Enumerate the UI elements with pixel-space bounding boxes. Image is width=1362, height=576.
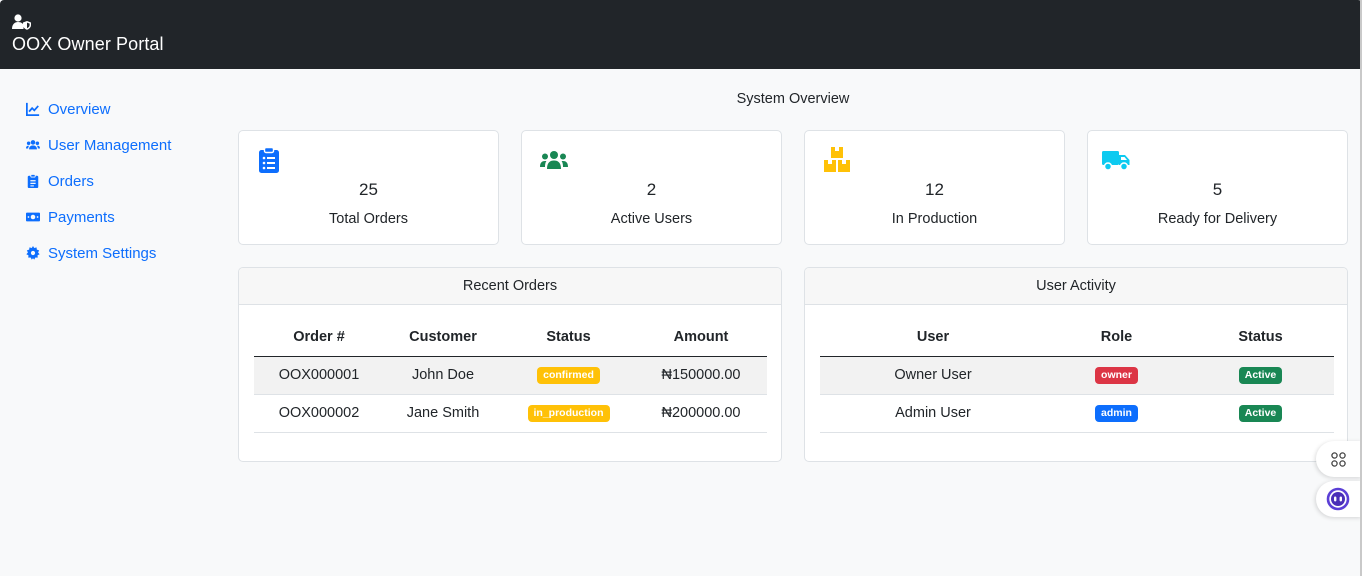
top-navbar: OOX Owner Portal (0, 0, 1362, 69)
stat-label: In Production (891, 211, 978, 227)
boxes-icon (824, 147, 850, 172)
apps-grid-icon (1331, 452, 1346, 467)
sidebar-item-user-management[interactable]: User Management (26, 135, 171, 155)
table-header-row: Order # Customer Status Amount (254, 318, 767, 357)
column-header[interactable]: Status (502, 318, 635, 357)
status-badge: Active (1238, 366, 1283, 384)
table-row[interactable]: Admin User admin Active (820, 394, 1334, 433)
user-name: Owner User (820, 356, 1046, 395)
role-badge: owner (1095, 366, 1138, 384)
status-cell: in_production (502, 394, 635, 433)
sidebar-item-orders[interactable]: Orders (26, 171, 94, 191)
sidebar-item-label: User Management (48, 136, 172, 154)
sidebar-item-label: Overview (48, 100, 111, 118)
stat-value: 12 (925, 180, 944, 199)
customer-name: Jane Smith (384, 394, 502, 433)
clipboard-list-icon (27, 174, 39, 188)
chart-line-icon (26, 102, 40, 116)
order-number: OOX000002 (254, 394, 384, 433)
customer-name: John Doe (384, 356, 502, 395)
status-cell: Active (1187, 356, 1334, 395)
status-badge: Active (1238, 404, 1283, 422)
status-badge: in_production (527, 404, 610, 422)
gear-icon (26, 246, 40, 260)
apps-floating-button[interactable] (1316, 441, 1362, 477)
panel-title: Recent Orders (239, 268, 781, 305)
status-cell: confirmed (502, 356, 635, 395)
order-amount: ₦200000.00 (635, 394, 767, 433)
sidebar-item-label: Orders (48, 172, 94, 190)
recent-orders-table: Order # Customer Status Amount OOX000001… (254, 318, 767, 433)
column-header[interactable]: Order # (254, 318, 384, 357)
column-header[interactable]: Role (1046, 318, 1187, 357)
assistant-floating-button[interactable] (1316, 481, 1362, 517)
role-badge: admin (1095, 404, 1138, 422)
order-number: OOX000001 (254, 356, 384, 395)
page-title: System Overview (736, 91, 850, 107)
sidebar-item-label: System Settings (48, 244, 157, 262)
clipboard-list-icon (259, 147, 279, 173)
table-header-row: User Role Status (820, 318, 1334, 357)
users-icon (26, 140, 40, 150)
user-name: Admin User (820, 394, 1046, 433)
table-row[interactable]: OOX000001 John Doe confirmed ₦150000.00 (254, 356, 767, 395)
user-activity-panel: User Activity User Role Status Owner Use… (804, 267, 1348, 462)
stat-card-active-users: 2 Active Users (521, 130, 782, 245)
money-bill-icon (26, 212, 40, 222)
order-amount: ₦150000.00 (635, 356, 767, 395)
user-activity-table: User Role Status Owner User owner Active… (820, 318, 1334, 433)
column-header[interactable]: Customer (384, 318, 502, 357)
column-header[interactable]: Amount (635, 318, 767, 357)
stat-label: Ready for Delivery (1157, 211, 1278, 227)
table-row[interactable]: Owner User owner Active (820, 356, 1334, 395)
app-title[interactable]: OOX Owner Portal (12, 34, 164, 55)
sidebar-item-overview[interactable]: Overview (26, 99, 111, 119)
users-icon (540, 151, 568, 169)
status-cell: Active (1187, 394, 1334, 433)
stat-label: Active Users (610, 211, 693, 227)
sidebar-item-system-settings[interactable]: System Settings (26, 243, 156, 263)
stat-value: 25 (359, 180, 378, 199)
stat-card-total-orders: 25 Total Orders (238, 130, 499, 245)
status-badge: confirmed (537, 366, 600, 384)
stat-label: Total Orders (329, 211, 408, 227)
panel-title: User Activity (805, 268, 1347, 305)
stat-value: 5 (1212, 180, 1223, 199)
recent-orders-panel: Recent Orders Order # Customer Status Am… (238, 267, 782, 462)
sidebar-item-label: Payments (48, 208, 115, 226)
stat-value: 2 (646, 180, 657, 199)
user-shield-icon (12, 14, 31, 30)
sidebar-item-payments[interactable]: Payments (26, 207, 115, 227)
table-row[interactable]: OOX000002 Jane Smith in_production ₦2000… (254, 394, 767, 433)
column-header[interactable]: User (820, 318, 1046, 357)
assistant-face-icon (1326, 487, 1350, 511)
stat-card-ready-for-delivery: 5 Ready for Delivery (1087, 130, 1348, 245)
stat-card-in-production: 12 In Production (804, 130, 1065, 245)
column-header[interactable]: Status (1187, 318, 1334, 357)
role-cell: owner (1046, 356, 1187, 395)
role-cell: admin (1046, 394, 1187, 433)
truck-icon (1102, 151, 1130, 171)
